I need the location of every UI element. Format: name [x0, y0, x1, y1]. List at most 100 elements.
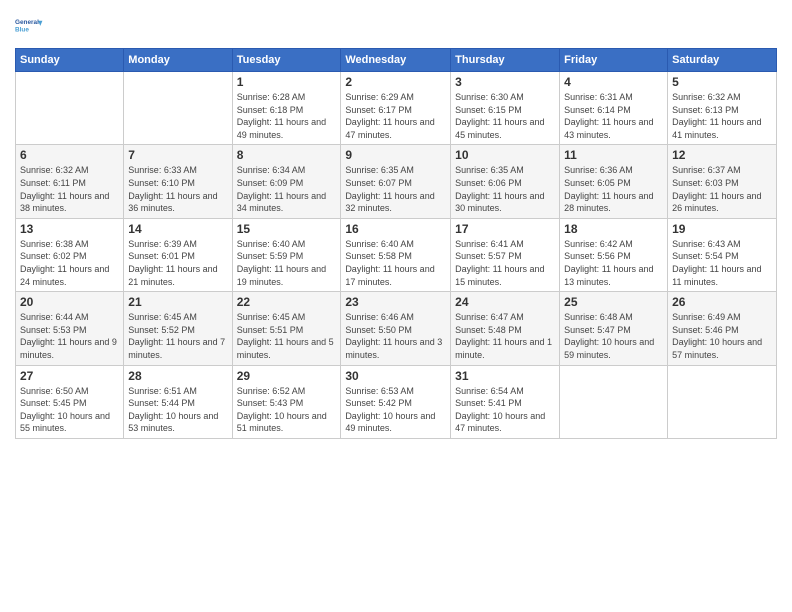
day-number: 9 [345, 148, 446, 162]
day-info: Sunrise: 6:51 AM Sunset: 5:44 PM Dayligh… [128, 385, 227, 435]
day-info: Sunrise: 6:28 AM Sunset: 6:18 PM Dayligh… [237, 91, 337, 141]
calendar-cell: 11 Sunrise: 6:36 AM Sunset: 6:05 PM Dayli… [560, 145, 668, 218]
day-info: Sunrise: 6:32 AM Sunset: 6:11 PM Dayligh… [20, 164, 119, 214]
day-number: 2 [345, 75, 446, 89]
day-info: Sunrise: 6:53 AM Sunset: 5:42 PM Dayligh… [345, 385, 446, 435]
day-number: 27 [20, 369, 119, 383]
day-info: Sunrise: 6:41 AM Sunset: 5:57 PM Dayligh… [455, 238, 555, 288]
calendar-cell: 31 Sunrise: 6:54 AM Sunset: 5:41 PM Dayli… [451, 365, 560, 438]
day-info: Sunrise: 6:34 AM Sunset: 6:09 PM Dayligh… [237, 164, 337, 214]
day-info: Sunrise: 6:31 AM Sunset: 6:14 PM Dayligh… [564, 91, 663, 141]
day-info: Sunrise: 6:45 AM Sunset: 5:52 PM Dayligh… [128, 311, 227, 361]
day-number: 20 [20, 295, 119, 309]
day-info: Sunrise: 6:45 AM Sunset: 5:51 PM Dayligh… [237, 311, 337, 361]
day-number: 1 [237, 75, 337, 89]
day-number: 31 [455, 369, 555, 383]
calendar-cell: 30 Sunrise: 6:53 AM Sunset: 5:42 PM Dayli… [341, 365, 451, 438]
calendar-cell: 21 Sunrise: 6:45 AM Sunset: 5:52 PM Dayli… [124, 292, 232, 365]
svg-text:Blue: Blue [15, 26, 29, 33]
calendar-cell [124, 72, 232, 145]
calendar-cell [16, 72, 124, 145]
day-number: 8 [237, 148, 337, 162]
day-number: 23 [345, 295, 446, 309]
day-info: Sunrise: 6:38 AM Sunset: 6:02 PM Dayligh… [20, 238, 119, 288]
day-number: 15 [237, 222, 337, 236]
day-number: 4 [564, 75, 663, 89]
calendar-cell: 16 Sunrise: 6:40 AM Sunset: 5:58 PM Dayli… [341, 218, 451, 291]
calendar-table: SundayMondayTuesdayWednesdayThursdayFrid… [15, 48, 777, 439]
weekday-header-row: SundayMondayTuesdayWednesdayThursdayFrid… [16, 49, 777, 72]
calendar-cell: 27Sunrise: 6:50 AM Sunset: 5:45 PM Dayli… [16, 365, 124, 438]
svg-text:General: General [15, 19, 39, 26]
day-number: 24 [455, 295, 555, 309]
calendar-cell: 15Sunrise: 6:40 AM Sunset: 5:59 PM Dayli… [232, 218, 341, 291]
day-number: 21 [128, 295, 227, 309]
week-row-4: 20 Sunrise: 6:44 AM Sunset: 5:53 PM Dayli… [16, 292, 777, 365]
calendar-cell: 5Sunrise: 6:32 AM Sunset: 6:13 PM Daylig… [668, 72, 777, 145]
day-info: Sunrise: 6:40 AM Sunset: 5:58 PM Dayligh… [345, 238, 446, 288]
day-info: Sunrise: 6:48 AM Sunset: 5:47 PM Dayligh… [564, 311, 663, 361]
calendar-cell: 2 Sunrise: 6:29 AM Sunset: 6:17 PM Daylig… [341, 72, 451, 145]
weekday-header-monday: Monday [124, 49, 232, 72]
day-info: Sunrise: 6:52 AM Sunset: 5:43 PM Dayligh… [237, 385, 337, 435]
day-number: 25 [564, 295, 663, 309]
calendar-cell: 29 Sunrise: 6:52 AM Sunset: 5:43 PM Dayli… [232, 365, 341, 438]
weekday-header-tuesday: Tuesday [232, 49, 341, 72]
week-row-3: 13Sunrise: 6:38 AM Sunset: 6:02 PM Dayli… [16, 218, 777, 291]
weekday-header-friday: Friday [560, 49, 668, 72]
calendar-cell: 14 Sunrise: 6:39 AM Sunset: 6:01 PM Dayli… [124, 218, 232, 291]
day-number: 14 [128, 222, 227, 236]
day-number: 12 [672, 148, 772, 162]
calendar-cell: 28Sunrise: 6:51 AM Sunset: 5:44 PM Dayli… [124, 365, 232, 438]
day-info: Sunrise: 6:33 AM Sunset: 6:10 PM Dayligh… [128, 164, 227, 214]
calendar-cell: 25 Sunrise: 6:48 AM Sunset: 5:47 PM Dayli… [560, 292, 668, 365]
day-number: 30 [345, 369, 446, 383]
weekday-header-wednesday: Wednesday [341, 49, 451, 72]
day-number: 10 [455, 148, 555, 162]
day-number: 29 [237, 369, 337, 383]
calendar-cell: 19 Sunrise: 6:43 AM Sunset: 5:54 PM Dayli… [668, 218, 777, 291]
calendar-cell: 24 Sunrise: 6:47 AM Sunset: 5:48 PM Dayli… [451, 292, 560, 365]
day-info: Sunrise: 6:29 AM Sunset: 6:17 PM Dayligh… [345, 91, 446, 141]
page: GeneralBlue SundayMondayTuesdayWednesday… [0, 0, 792, 612]
calendar-cell: 10 Sunrise: 6:35 AM Sunset: 6:06 PM Dayli… [451, 145, 560, 218]
day-info: Sunrise: 6:35 AM Sunset: 6:06 PM Dayligh… [455, 164, 555, 214]
calendar-cell: 26Sunrise: 6:49 AM Sunset: 5:46 PM Dayli… [668, 292, 777, 365]
weekday-header-saturday: Saturday [668, 49, 777, 72]
day-info: Sunrise: 6:37 AM Sunset: 6:03 PM Dayligh… [672, 164, 772, 214]
day-number: 3 [455, 75, 555, 89]
day-info: Sunrise: 6:39 AM Sunset: 6:01 PM Dayligh… [128, 238, 227, 288]
calendar-cell: 18Sunrise: 6:42 AM Sunset: 5:56 PM Dayli… [560, 218, 668, 291]
day-info: Sunrise: 6:49 AM Sunset: 5:46 PM Dayligh… [672, 311, 772, 361]
day-info: Sunrise: 6:35 AM Sunset: 6:07 PM Dayligh… [345, 164, 446, 214]
day-number: 18 [564, 222, 663, 236]
week-row-2: 6 Sunrise: 6:32 AM Sunset: 6:11 PM Daylig… [16, 145, 777, 218]
day-number: 11 [564, 148, 663, 162]
day-info: Sunrise: 6:47 AM Sunset: 5:48 PM Dayligh… [455, 311, 555, 361]
calendar-cell [668, 365, 777, 438]
day-info: Sunrise: 6:54 AM Sunset: 5:41 PM Dayligh… [455, 385, 555, 435]
day-info: Sunrise: 6:32 AM Sunset: 6:13 PM Dayligh… [672, 91, 772, 141]
week-row-5: 27Sunrise: 6:50 AM Sunset: 5:45 PM Dayli… [16, 365, 777, 438]
day-number: 19 [672, 222, 772, 236]
calendar-cell: 6 Sunrise: 6:32 AM Sunset: 6:11 PM Daylig… [16, 145, 124, 218]
calendar-cell [560, 365, 668, 438]
day-number: 17 [455, 222, 555, 236]
weekday-header-sunday: Sunday [16, 49, 124, 72]
week-row-1: 1 Sunrise: 6:28 AM Sunset: 6:18 PM Daylig… [16, 72, 777, 145]
day-info: Sunrise: 6:36 AM Sunset: 6:05 PM Dayligh… [564, 164, 663, 214]
calendar-cell: 17 Sunrise: 6:41 AM Sunset: 5:57 PM Dayli… [451, 218, 560, 291]
weekday-header-thursday: Thursday [451, 49, 560, 72]
calendar-cell: 4 Sunrise: 6:31 AM Sunset: 6:14 PM Daylig… [560, 72, 668, 145]
calendar-cell: 20 Sunrise: 6:44 AM Sunset: 5:53 PM Dayli… [16, 292, 124, 365]
day-info: Sunrise: 6:30 AM Sunset: 6:15 PM Dayligh… [455, 91, 555, 141]
logo-icon: GeneralBlue [15, 10, 45, 40]
calendar-cell: 12 Sunrise: 6:37 AM Sunset: 6:03 PM Dayli… [668, 145, 777, 218]
day-info: Sunrise: 6:43 AM Sunset: 5:54 PM Dayligh… [672, 238, 772, 288]
day-number: 6 [20, 148, 119, 162]
calendar-cell: 9 Sunrise: 6:35 AM Sunset: 6:07 PM Daylig… [341, 145, 451, 218]
day-number: 7 [128, 148, 227, 162]
day-info: Sunrise: 6:44 AM Sunset: 5:53 PM Dayligh… [20, 311, 119, 361]
day-info: Sunrise: 6:46 AM Sunset: 5:50 PM Dayligh… [345, 311, 446, 361]
day-number: 16 [345, 222, 446, 236]
